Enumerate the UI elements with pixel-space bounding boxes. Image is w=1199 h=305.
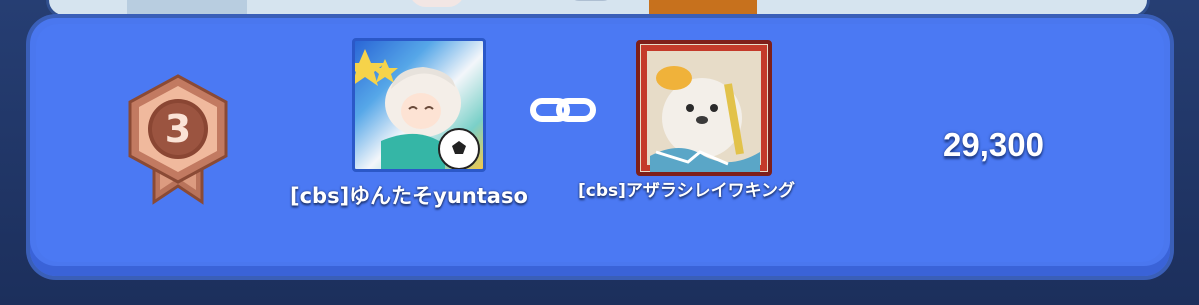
player-2-avatar[interactable] [636,40,772,176]
previous-row-avatar-3 [649,0,757,15]
score-value: 29,300 [943,126,1044,163]
player-1-avatar[interactable] [352,38,486,172]
anime-girl-soccer-avatar-icon [355,49,480,169]
leaderboard-panel: 3 [cbs]ゆんたそyuntaso [cbs]アザラシレイワキング 29,30… [0,0,1199,305]
rank-number: 3 [165,107,191,151]
previous-row-avatar-2 [409,0,465,7]
seal-king-avatar-icon [640,44,768,172]
link-chain-icon [530,98,596,122]
player-2-name: [cbs]アザラシレイワキング [578,181,796,201]
player-1-name: [cbs]ゆんたそyuntaso [290,184,528,208]
previous-row-avatar-1 [127,0,247,15]
rank-medal-icon: 3 [128,74,228,205]
previous-row-link-icon [569,0,613,1]
previous-leaderboard-row[interactable] [46,0,1150,18]
